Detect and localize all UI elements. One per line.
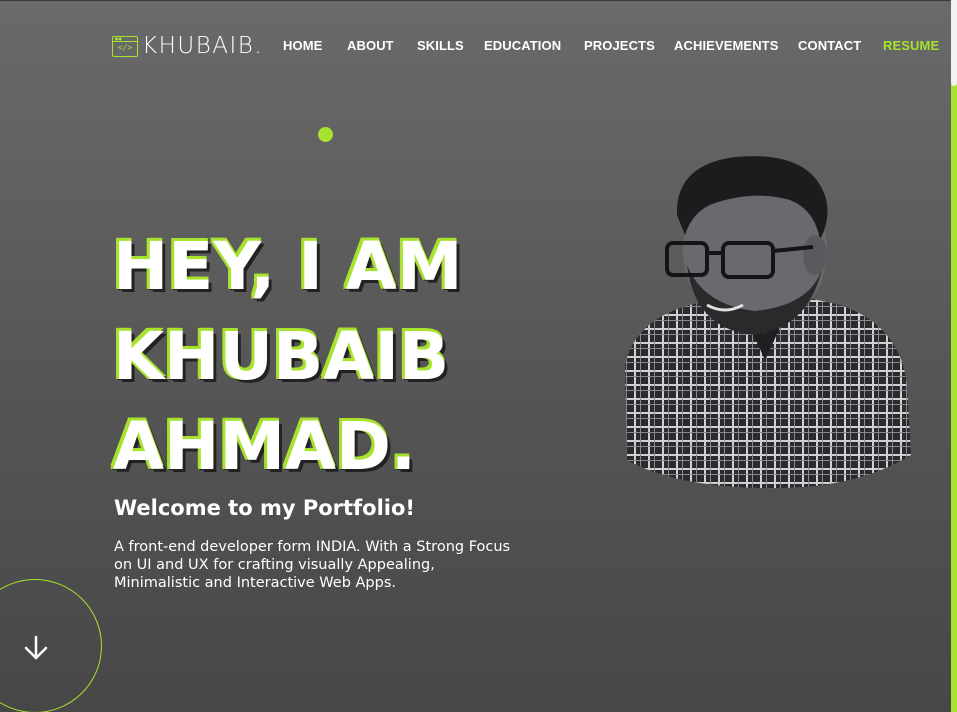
profile-photo bbox=[625, 156, 911, 489]
window-top-edge bbox=[0, 0, 957, 1]
nav-home[interactable]: HOME bbox=[283, 38, 322, 53]
arrow-down-icon[interactable] bbox=[22, 634, 50, 662]
hero-title-line-3: AHMAD. bbox=[113, 408, 416, 485]
logo-code-glyph: </> bbox=[117, 42, 133, 52]
scroll-down-button[interactable] bbox=[0, 579, 102, 712]
nav-projects[interactable]: PROJECTS bbox=[584, 38, 655, 53]
decorative-dot bbox=[318, 127, 333, 142]
site-logo[interactable]: ●● </> KHUBAIB. bbox=[112, 33, 263, 59]
resume-link[interactable]: RESUME bbox=[883, 38, 939, 53]
logo-text: KHUBAIB. bbox=[142, 33, 264, 59]
hero-title: HEY, I AM KHUBAIB AHMAD. bbox=[113, 222, 463, 492]
code-window-icon: ●● </> bbox=[112, 35, 138, 57]
nav-achievements[interactable]: ACHIEVEMENTS bbox=[674, 38, 779, 53]
nav-skills[interactable]: SKILLS bbox=[417, 38, 464, 53]
scrollbar-thumb[interactable] bbox=[951, 0, 957, 86]
nav-about[interactable]: ABOUT bbox=[347, 38, 394, 53]
hero-description: A front-end developer form INDIA. With a… bbox=[114, 539, 511, 591]
nav-education[interactable]: EDUCATION bbox=[484, 38, 561, 53]
window-dots: ●● bbox=[115, 35, 122, 41]
scrollbar-track[interactable] bbox=[951, 0, 957, 712]
hero-title-line-2: KHUBAIB bbox=[113, 318, 450, 395]
welcome-heading: Welcome to my Portfolio! bbox=[114, 496, 416, 520]
nav-contact[interactable]: CONTACT bbox=[798, 38, 861, 53]
hero-title-line-1: HEY, I AM bbox=[113, 228, 463, 305]
